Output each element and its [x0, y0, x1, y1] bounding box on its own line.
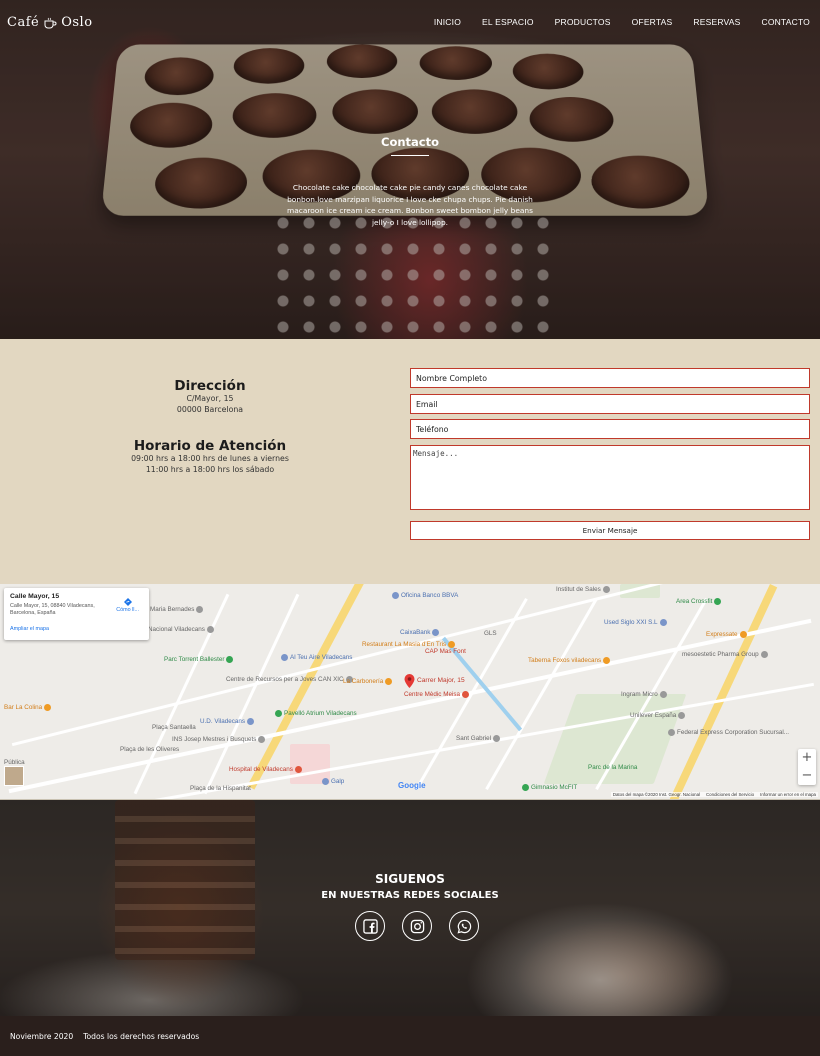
map-poi[interactable]: Sant Gabriel: [456, 735, 501, 742]
map-poi[interactable]: mesoestetic Pharma Group: [682, 651, 768, 658]
hero-description: Chocolate cake chocolate cake pie candy …: [287, 183, 533, 227]
nav-el-espacio[interactable]: EL ESPACIO: [482, 17, 534, 27]
navbar: Café Oslo INICIO EL ESPACIO PRODUCTOS OF…: [0, 0, 820, 44]
nav-ofertas[interactable]: OFERTAS: [632, 17, 673, 27]
name-input[interactable]: [410, 368, 810, 388]
map-poi[interactable]: Plaça de les Oliveres: [120, 746, 179, 753]
address-title: Dirección: [174, 378, 246, 394]
main-menu: INICIO EL ESPACIO PRODUCTOS OFERTAS RESE…: [413, 17, 810, 27]
address-block: Dirección C/Mayor, 15 00000 Barcelona: [110, 378, 310, 415]
address-line1: C/Mayor, 15: [186, 394, 234, 403]
directions-icon: [123, 598, 132, 606]
street-view-thumbnail[interactable]: [4, 766, 24, 786]
map-poi[interactable]: Federal Express Corporation Sucursal...: [668, 729, 789, 736]
page-title: Contacto: [381, 135, 439, 149]
nav-inicio[interactable]: INICIO: [434, 17, 461, 27]
zoom-in-button[interactable]: +: [798, 749, 816, 767]
phone-input[interactable]: [410, 419, 810, 439]
report-error-link[interactable]: Informar un error en el mapa: [760, 792, 816, 797]
zoom-controls: + −: [798, 749, 816, 785]
terms-link[interactable]: Condiciones del Servicio: [706, 792, 754, 797]
instagram-link[interactable]: [402, 911, 432, 941]
map-poi[interactable]: Gimnasio McFIT: [522, 784, 577, 791]
map-poi[interactable]: Al Teu Aire Viladecans: [281, 654, 352, 661]
map-poi[interactable]: Centre de Recursos per a Joves CAN XIC: [226, 676, 353, 683]
map-poi[interactable]: CAP Mas Font: [425, 648, 466, 655]
map-poi[interactable]: Galp: [322, 778, 344, 785]
enlarge-map-link[interactable]: Ampliar el mapa: [10, 626, 49, 632]
map-poi[interactable]: Plaça Santaella: [152, 724, 196, 731]
facebook-link[interactable]: [355, 911, 385, 941]
nav-reservas[interactable]: RESERVAS: [693, 17, 740, 27]
map-poi[interactable]: Maria Bernades: [150, 606, 204, 613]
map-poi[interactable]: Hospital de Viladecans: [229, 766, 302, 773]
map-poi[interactable]: Pública: [4, 759, 25, 766]
hours-line2: 11:00 hrs a 18:00 hrs los sábado: [145, 464, 275, 474]
map-poi[interactable]: Area Crossfit: [676, 598, 722, 605]
map-poi[interactable]: Institut de Sales: [556, 586, 610, 593]
map-poi[interactable]: Parc de la Marina: [588, 764, 637, 771]
map-poi[interactable]: Expressate: [706, 631, 747, 638]
social-subtitle: EN NUESTRAS REDES SOCIALES: [321, 890, 499, 901]
google-logo: Google: [398, 781, 426, 790]
nav-productos[interactable]: PRODUCTOS: [555, 17, 611, 27]
footer-rights: Todos los derechos reservados: [83, 1031, 200, 1041]
map-poi[interactable]: Bar La Colina: [4, 704, 52, 711]
hero-section: Café Oslo INICIO EL ESPACIO PRODUCTOS OF…: [0, 0, 820, 339]
map-attribution: Datos del mapa ©2020 Inst. Geogr. Nacion…: [610, 792, 818, 797]
footer: Noviembre 2020 Todos los derechos reserv…: [0, 1016, 820, 1056]
facebook-icon: [362, 918, 378, 934]
map-poi[interactable]: Nacional Viladecans: [148, 626, 214, 633]
instagram-icon: [410, 919, 424, 933]
social-title: SIGUENOS: [375, 872, 445, 886]
map-poi[interactable]: Taberna Foxos viladecans: [528, 657, 611, 664]
map-poi[interactable]: Plaça de la Hispanitat: [190, 785, 251, 792]
map-poi[interactable]: CaixaBank: [400, 629, 440, 636]
social-section: SIGUENOS EN NUESTRAS REDES SOCIALES: [0, 800, 820, 1016]
map-card-address: Calle Mayor, 15, 08840 Viladecans, Barce…: [10, 603, 95, 616]
hours-block: Horario de Atención 09:00 hrs a 18:00 hr…: [110, 438, 310, 475]
hours-line1: 09:00 hrs a 18:00 hrs de lunes a viernes: [131, 454, 289, 463]
map-poi[interactable]: Pavelló Atrium Viladecans: [275, 710, 357, 717]
map-marker-icon[interactable]: [404, 674, 415, 688]
map-poi[interactable]: Oficina Banco BBVA: [392, 592, 458, 599]
map-poi[interactable]: Unilever España: [630, 712, 686, 719]
map-poi[interactable]: U.D. Viladecans: [200, 718, 255, 725]
hours-title: Horario de Atención: [133, 438, 287, 454]
map-poi[interactable]: Centre Mèdic Meisa: [404, 691, 469, 698]
contact-section: Dirección C/Mayor, 15 00000 Barcelona Ho…: [0, 339, 820, 584]
map-poi[interactable]: Parc Torrent Ballester: [164, 656, 234, 663]
marker-label: Carrer Major, 15: [417, 677, 465, 684]
map-poi[interactable]: Restaurant La Masia d'En Tris: [362, 641, 456, 648]
email-input[interactable]: [410, 394, 810, 414]
map-poi[interactable]: Used Siglo XXI S.L: [604, 619, 667, 626]
footer-date: Noviembre 2020: [10, 1031, 74, 1041]
directions-button[interactable]: Cómo ll...: [116, 598, 139, 613]
whatsapp-link[interactable]: [449, 911, 479, 941]
send-message-button[interactable]: Enviar Mensaje: [410, 521, 810, 540]
message-textarea[interactable]: [410, 445, 810, 510]
address-line2: 00000 Barcelona: [176, 404, 244, 414]
brand-logo[interactable]: Café Oslo: [7, 15, 93, 30]
whatsapp-icon: [457, 919, 471, 933]
map-poi[interactable]: Ingram Micro: [621, 691, 667, 698]
map-poi[interactable]: INS Josep Mestres i Busquets: [172, 736, 266, 743]
google-map[interactable]: Oficina Banco BBVA Institut de Sales Are…: [0, 584, 820, 800]
map-poi[interactable]: La Carbonería: [343, 678, 393, 685]
title-underline: [391, 155, 429, 156]
map-poi[interactable]: GLS: [484, 630, 497, 637]
nav-contacto[interactable]: CONTACTO: [761, 17, 810, 27]
map-info-card: Calle Mayor, 15 Calle Mayor, 15, 08840 V…: [4, 588, 149, 640]
coffee-cup-icon: [44, 17, 57, 28]
zoom-out-button[interactable]: −: [798, 767, 816, 785]
